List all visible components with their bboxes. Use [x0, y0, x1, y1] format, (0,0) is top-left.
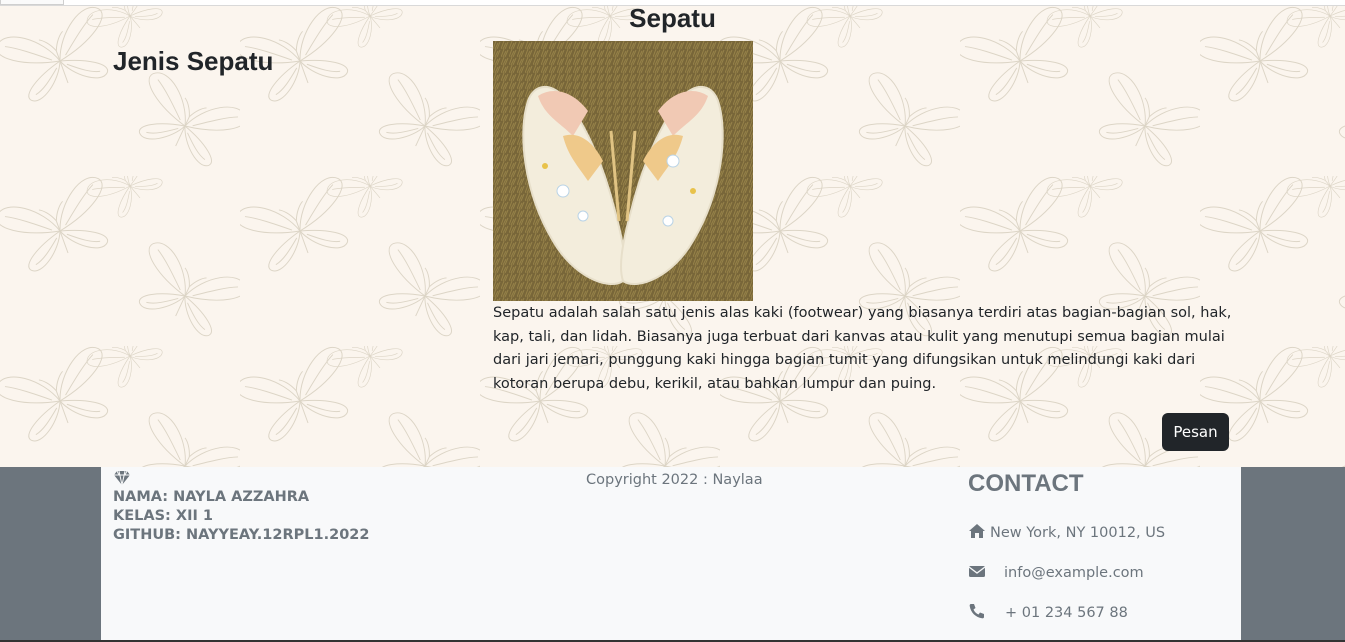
email-text[interactable]: info@example.com: [1004, 565, 1144, 581]
address-text: New York, NY 10012, US: [990, 525, 1166, 541]
order-button[interactable]: Pesan: [1162, 413, 1229, 451]
shoe-image: [493, 41, 753, 301]
copyright-text: Copyright 2022 : Naylaa: [586, 472, 763, 488]
product-description: Sepatu adalah salah satu jenis alas kaki…: [493, 305, 1232, 392]
footer: NAMA: NAYLA AZZAHRA KELAS: XII 1 GITHUB:…: [0, 467, 1345, 642]
envelope-icon: [968, 566, 986, 577]
product-section: Sepatu Jenis Sepatu Sepatu adalah salah …: [0, 6, 1345, 467]
author-class: KELAS: XII 1: [113, 508, 213, 524]
contact-phone: + 01 234 567 88: [968, 603, 1128, 621]
author-info: NAMA: NAYLA AZZAHRA KELAS: XII 1 GITHUB:…: [113, 488, 369, 545]
phone-icon: [969, 604, 984, 619]
page-title: Sepatu: [629, 6, 716, 33]
diamond-icon: [114, 470, 130, 486]
contact-heading: CONTACT: [968, 470, 1084, 497]
phone-text: + 01 234 567 88: [1005, 605, 1128, 621]
author-name: NAMA: NAYLA AZZAHRA: [113, 489, 310, 505]
browser-tab-edge: [0, 0, 64, 5]
home-icon: [969, 524, 985, 538]
contact-address: New York, NY 10012, US: [968, 523, 1165, 541]
author-github: GITHUB: NAYYEAY.12RPL1.2022: [113, 527, 370, 543]
footer-content: NAMA: NAYLA AZZAHRA KELAS: XII 1 GITHUB:…: [101, 467, 1241, 642]
contact-email: info@example.com: [968, 563, 1144, 581]
section-heading: Jenis Sepatu: [113, 46, 274, 76]
